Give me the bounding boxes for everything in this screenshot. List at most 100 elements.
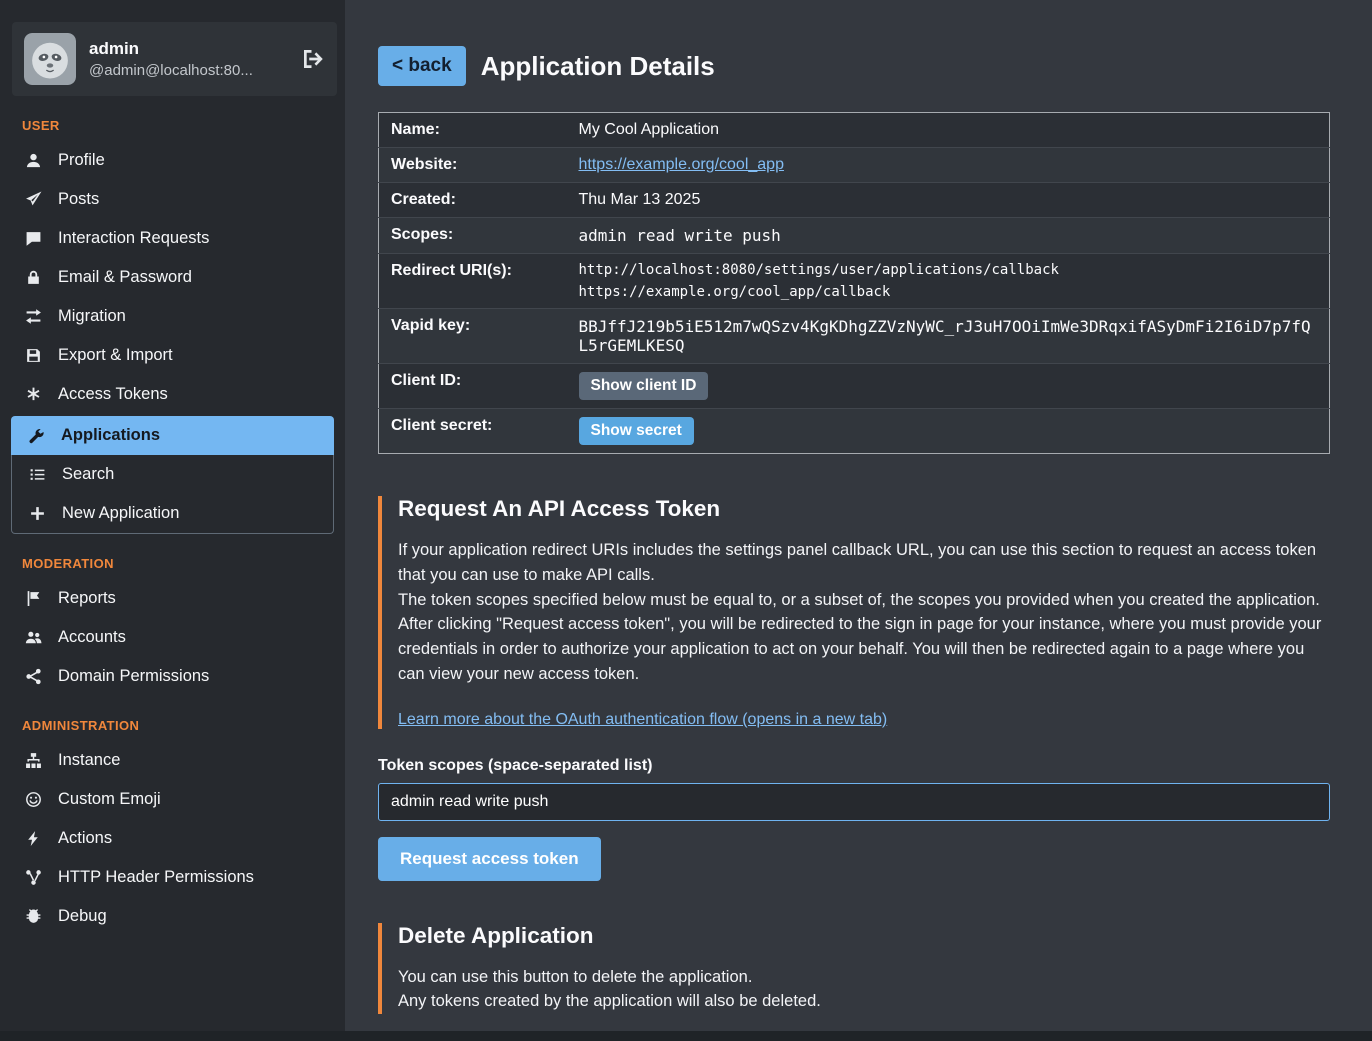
sidebar-item-label: Custom Emoji: [58, 790, 161, 809]
floppy-icon: [22, 347, 44, 364]
row-label: Created:: [379, 183, 569, 218]
sidebar: admin @admin@localhost:80... USERProfile…: [0, 0, 345, 1031]
website-link[interactable]: https://example.org/cool_app: [579, 156, 784, 173]
wrench-icon: [25, 427, 47, 444]
section-title-administration: ADMINISTRATION: [22, 718, 323, 733]
delete-application-line: Any tokens created by the application wi…: [398, 989, 1330, 1014]
table-row-client-secret: Client secret: Show secret: [379, 409, 1330, 454]
oauth-docs-link[interactable]: Learn more about the OAuth authenticatio…: [398, 711, 887, 729]
share-nodes-icon: [22, 668, 44, 685]
sidebar-nav: USERProfilePostsInteraction RequestsEmai…: [0, 118, 345, 936]
bug-icon: [22, 908, 44, 925]
app-root: admin @admin@localhost:80... USERProfile…: [0, 0, 1372, 1031]
token-scopes-input[interactable]: [378, 783, 1330, 821]
sidebar-item-http-header-permissions[interactable]: HTTP Header Permissions: [0, 858, 345, 897]
user-info: admin @admin@localhost:80...: [89, 39, 253, 79]
row-label: Scopes:: [379, 218, 569, 254]
table-row-scopes: Scopes: admin read write push: [379, 218, 1330, 254]
delete-application-heading: Delete Application: [398, 923, 1330, 949]
row-value: My Cool Application: [569, 113, 1330, 148]
table-row-client-id: Client ID: Show client ID: [379, 364, 1330, 409]
redirect-uri: https://example.org/cool_app/callback: [579, 284, 1320, 300]
sidebar-item-label: Access Tokens: [58, 385, 168, 404]
lock-icon: [22, 269, 44, 286]
row-value: Thu Mar 13 2025: [569, 183, 1330, 218]
user-name: admin: [89, 39, 253, 59]
sidebar-item-email-password[interactable]: Email & Password: [0, 258, 345, 297]
row-value: http://localhost:8080/settings/user/appl…: [569, 254, 1330, 309]
user-handle: @admin@localhost:80...: [89, 62, 253, 79]
sidebar-item-label: Email & Password: [58, 268, 192, 287]
sidebar-item-label: Applications: [61, 426, 160, 445]
request-token-section: Request An API Access Token If your appl…: [378, 496, 1330, 729]
row-label: Redirect URI(s):: [379, 254, 569, 309]
show-client-id-button[interactable]: Show client ID: [579, 372, 709, 400]
page-title: Application Details: [481, 51, 715, 82]
table-row-vapid-key: Vapid key: BBJffJ219b5iE512m7wQSzv4KgKDh…: [379, 309, 1330, 364]
delete-application-section: Delete Application You can use this butt…: [378, 923, 1330, 1015]
main-content: < back Application Details Name: My Cool…: [345, 0, 1372, 1031]
row-value: Show client ID: [569, 364, 1330, 409]
sidebar-item-export-import[interactable]: Export & Import: [0, 336, 345, 375]
sidebar-item-label: Export & Import: [58, 346, 173, 365]
list-icon: [26, 466, 48, 483]
sidebar-item-applications[interactable]: Applications: [11, 416, 334, 455]
table-row-redirect-uris: Redirect URI(s): http://localhost:8080/s…: [379, 254, 1330, 309]
sidebar-item-domain-permissions[interactable]: Domain Permissions: [0, 657, 345, 696]
sidebar-item-label: Reports: [58, 589, 116, 608]
plus-icon: [26, 505, 48, 522]
paper-plane-icon: [22, 191, 44, 208]
sitemap-icon: [22, 752, 44, 769]
sidebar-item-profile[interactable]: Profile: [0, 141, 345, 180]
sidebar-item-label: Search: [62, 465, 114, 484]
sidebar-item-accounts[interactable]: Accounts: [0, 618, 345, 657]
table-row-website: Website: https://example.org/cool_app: [379, 148, 1330, 183]
row-value: https://example.org/cool_app: [569, 148, 1330, 183]
sidebar-item-interaction-requests[interactable]: Interaction Requests: [0, 219, 345, 258]
user-card[interactable]: admin @admin@localhost:80...: [12, 22, 337, 96]
sidebar-item-label: Actions: [58, 829, 112, 848]
sidebar-item-reports[interactable]: Reports: [0, 579, 345, 618]
sidebar-item-custom-emoji[interactable]: Custom Emoji: [0, 780, 345, 819]
redirect-uri: http://localhost:8080/settings/user/appl…: [579, 262, 1320, 278]
sidebar-item-search[interactable]: Search: [12, 455, 333, 494]
sidebar-item-label: HTTP Header Permissions: [58, 868, 254, 887]
table-row-name: Name: My Cool Application: [379, 113, 1330, 148]
sidebar-group-applications: Applications Search New Application: [11, 416, 334, 534]
delete-application-line: You can use this button to delete the ap…: [398, 965, 1330, 990]
page-header: < back Application Details: [378, 46, 1330, 86]
sloth-avatar: [24, 33, 76, 85]
request-token-heading: Request An API Access Token: [398, 496, 1330, 522]
sidebar-item-debug[interactable]: Debug: [0, 897, 345, 936]
back-button[interactable]: < back: [378, 46, 466, 86]
sidebar-item-posts[interactable]: Posts: [0, 180, 345, 219]
request-access-token-button[interactable]: Request access token: [378, 837, 601, 881]
sidebar-item-label: Domain Permissions: [58, 667, 209, 686]
main-panel: < back Application Details Name: My Cool…: [345, 0, 1372, 1031]
sidebar-item-label: Profile: [58, 151, 105, 170]
row-value: admin read write push: [569, 218, 1330, 254]
sidebar-item-instance[interactable]: Instance: [0, 741, 345, 780]
sidebar-item-label: Posts: [58, 190, 99, 209]
network-icon: [22, 869, 44, 886]
sidebar-item-access-tokens[interactable]: Access Tokens: [0, 375, 345, 414]
sidebar-item-migration[interactable]: Migration: [0, 297, 345, 336]
row-value: BBJffJ219b5iE512m7wQSzv4KgKDhgZZVzNyWC_r…: [569, 309, 1330, 364]
request-token-paragraph: If your application redirect URIs includ…: [398, 538, 1330, 588]
show-secret-button[interactable]: Show secret: [579, 417, 694, 445]
logout-icon[interactable]: [301, 47, 325, 71]
user-icon: [22, 152, 44, 169]
request-token-paragraph: After clicking "Request access token", y…: [398, 612, 1330, 686]
smiley-icon: [22, 791, 44, 808]
sidebar-item-actions[interactable]: Actions: [0, 819, 345, 858]
sidebar-item-label: Migration: [58, 307, 126, 326]
users-icon: [22, 629, 44, 646]
sidebar-item-new-application[interactable]: New Application: [12, 494, 333, 533]
request-token-paragraph: The token scopes specified below must be…: [398, 588, 1330, 613]
row-label: Name:: [379, 113, 569, 148]
flag-icon: [22, 590, 44, 607]
section-title-moderation: MODERATION: [22, 556, 323, 571]
sidebar-item-label: Instance: [58, 751, 120, 770]
table-row-created: Created: Thu Mar 13 2025: [379, 183, 1330, 218]
application-details-table: Name: My Cool Application Website: https…: [378, 112, 1330, 454]
